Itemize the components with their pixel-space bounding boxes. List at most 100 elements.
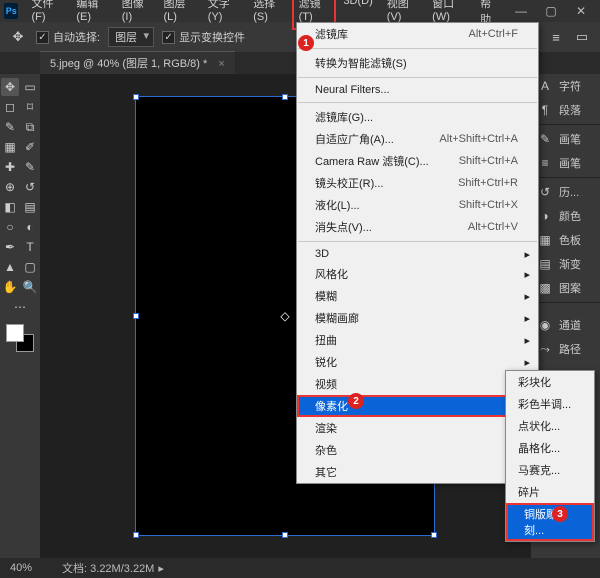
panel-brushes[interactable]: ≡ 画笔 [531, 151, 600, 175]
panel-character[interactable]: A字符 [531, 74, 600, 98]
blur-tool[interactable]: ○ [1, 218, 19, 236]
distribute-icon[interactable]: ≡ [546, 27, 566, 47]
mi-noise[interactable]: 杂色▸ [297, 439, 538, 461]
submenu-arrow-icon: ▸ [524, 356, 530, 369]
quick-select-tool[interactable]: ✎ [1, 118, 19, 136]
layer-select-dropdown[interactable]: 图层 [108, 27, 154, 47]
close-tab-icon[interactable]: × [218, 58, 224, 70]
mi-stylize[interactable]: 风格化▸ [297, 263, 538, 285]
mi-distort[interactable]: 扭曲▸ [297, 329, 538, 351]
eraser-tool[interactable]: ◧ [1, 198, 19, 216]
brushes-icon: ≡ [537, 155, 553, 171]
pen-tool[interactable]: ✒ [1, 238, 19, 256]
mi-pointillize[interactable]: 点状化... [506, 415, 594, 437]
panel-patterns[interactable]: ▩图案 [531, 276, 600, 300]
mi-adaptive-wide[interactable]: 自适应广角(A)...Alt+Shift+Ctrl+A [297, 128, 538, 150]
mi-last-filter[interactable]: 滤镜库Alt+Ctrl+F [297, 23, 538, 45]
overflow-icon[interactable]: ▭ [572, 27, 592, 47]
menu-item-label: 马赛克... [518, 462, 560, 478]
panel-separator [531, 124, 600, 125]
document-tab[interactable]: 5.jpeg @ 40% (图层 1, RGB/8) * × [40, 51, 235, 74]
mi-other[interactable]: 其它▸ [297, 461, 538, 483]
mi-fragment[interactable]: 碎片 [506, 481, 594, 503]
panel-channels[interactable]: ◉通道 [531, 313, 600, 337]
mi-3d[interactable]: 3D▸ [297, 245, 538, 263]
panel-label: 画笔 [559, 155, 581, 171]
menu-edit[interactable]: 编辑(E) [69, 0, 114, 30]
mi-mosaic[interactable]: 马赛克... [506, 459, 594, 481]
panel-history[interactable]: ↺历... [531, 180, 600, 204]
history-brush-tool[interactable]: ↺ [21, 178, 39, 196]
close-button[interactable]: ✕ [566, 0, 596, 22]
heal-tool[interactable]: ✚ [1, 158, 19, 176]
mi-lens-correction[interactable]: 镜头校正(R)...Shift+Ctrl+R [297, 172, 538, 194]
mi-liquify[interactable]: 液化(L)...Shift+Ctrl+X [297, 194, 538, 216]
mi-render[interactable]: 渲染▸ [297, 417, 538, 439]
panel-paragraph[interactable]: ¶段落 [531, 98, 600, 122]
mi-filter-gallery[interactable]: 滤镜库(G)... [297, 106, 538, 128]
panel-brush[interactable]: ✎画笔 [531, 127, 600, 151]
mi-pixelate[interactable]: 像素化▸ [297, 395, 538, 417]
transform-handle[interactable] [133, 94, 139, 100]
edit-toolbar[interactable]: ⋯ [11, 298, 29, 316]
mi-blur-gallery[interactable]: 模糊画廊▸ [297, 307, 538, 329]
menu-item-label: 点状化... [518, 418, 560, 434]
lasso-tool[interactable]: ⌑ [21, 98, 39, 116]
transform-handle[interactable] [282, 532, 288, 538]
frame-tool[interactable]: ▦ [1, 138, 19, 156]
panel-paths[interactable]: ⤳路径 [531, 337, 600, 361]
mi-crystallize[interactable]: 晶格化... [506, 437, 594, 459]
stamp-tool[interactable]: ⊕ [1, 178, 19, 196]
crop-tool[interactable]: ⧉ [21, 118, 39, 136]
eyedropper-tool[interactable]: ✐ [21, 138, 39, 156]
brush-tool[interactable]: ✎ [21, 158, 39, 176]
mi-mezzotint[interactable]: 铜版雕刻... [506, 503, 594, 541]
marquee-tool[interactable]: ◻ [1, 98, 19, 116]
menu-layer[interactable]: 图层(L) [156, 0, 200, 30]
artboard-tool[interactable]: ▭ [21, 78, 39, 96]
transform-handle[interactable] [133, 532, 139, 538]
fg-color-swatch[interactable] [6, 324, 24, 342]
panel-color[interactable]: ◑颜色 [531, 204, 600, 228]
zoom-tool[interactable]: 🔍 [21, 278, 39, 296]
zoom-value[interactable]: 40% [10, 562, 32, 574]
menu-item-label: Neural Filters... [315, 84, 390, 96]
color-swatches[interactable] [6, 324, 34, 352]
show-transform-checkbox[interactable] [162, 31, 175, 44]
mi-blur[interactable]: 模糊▸ [297, 285, 538, 307]
mi-color-block[interactable]: 彩块化 [506, 371, 594, 393]
annotation-badge-3: 3 [552, 506, 568, 522]
mi-video[interactable]: 视频▸ [297, 373, 538, 395]
mi-camera-raw[interactable]: Camera Raw 滤镜(C)...Shift+Ctrl+A [297, 150, 538, 172]
auto-select-checkbox[interactable] [36, 31, 49, 44]
mi-vanishing-point[interactable]: 消失点(V)...Alt+Ctrl+V [297, 216, 538, 238]
dodge-tool[interactable]: ◐ [21, 218, 39, 236]
mi-sharpen[interactable]: 锐化▸ [297, 351, 538, 373]
maximize-button[interactable]: ▢ [536, 0, 566, 22]
menu-select[interactable]: 选择(S) [246, 0, 291, 30]
shape-tool[interactable]: ▢ [21, 258, 39, 276]
transform-handle[interactable] [282, 94, 288, 100]
menu-file[interactable]: 文件(F) [24, 0, 69, 30]
menu-item-label: 扭曲 [315, 332, 337, 348]
menu-type[interactable]: 文字(Y) [201, 0, 246, 30]
menu-image[interactable]: 图像(I) [115, 0, 157, 30]
show-transform-label: 显示变换控件 [179, 29, 245, 45]
gradient-tool[interactable]: ▤ [21, 198, 39, 216]
panel-gradients[interactable]: ▤渐变 [531, 252, 600, 276]
app-logo: Ps [4, 3, 18, 19]
menu-item-label: 视频 [315, 376, 337, 392]
move-tool[interactable]: ✥ [1, 78, 19, 96]
type-tool[interactable]: T [21, 238, 39, 256]
mi-color-halftone[interactable]: 彩色半调... [506, 393, 594, 415]
panel-swatches[interactable]: ▦色板 [531, 228, 600, 252]
mi-neural-filters[interactable]: Neural Filters... [297, 81, 538, 99]
mi-smart-filter[interactable]: 转换为智能滤镜(S) [297, 52, 538, 74]
hand-tool[interactable]: ✋ [1, 278, 19, 296]
minimize-button[interactable]: — [506, 0, 536, 22]
path-select-tool[interactable]: ▲ [1, 258, 19, 276]
swatches-icon: ▦ [537, 232, 553, 248]
doc-info[interactable]: 文档: 3.22M/3.22M▸ [62, 560, 164, 576]
transform-handle[interactable] [431, 532, 437, 538]
transform-handle[interactable] [133, 313, 139, 319]
